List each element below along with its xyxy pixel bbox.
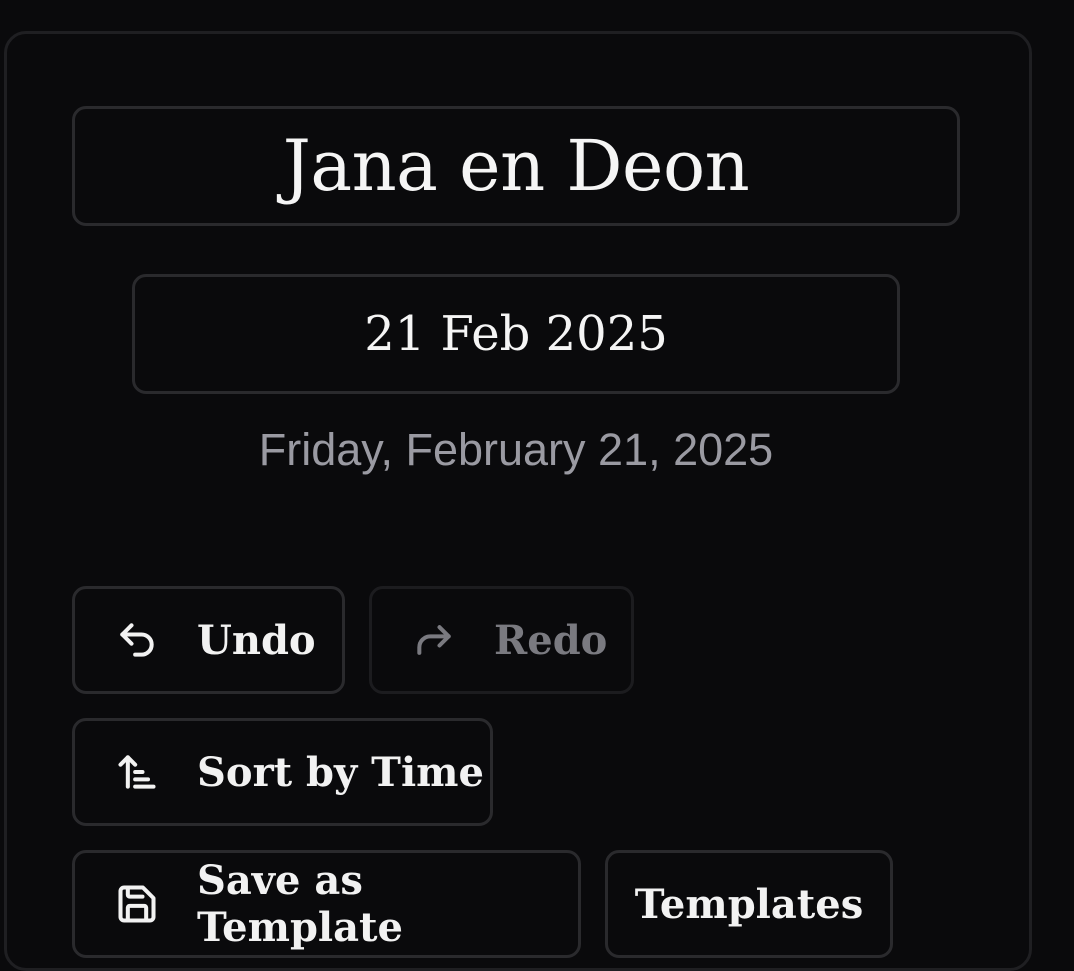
save-as-template-label: Save as Template xyxy=(197,857,403,951)
undo-icon xyxy=(115,618,159,662)
event-date-short: 21 Feb 2025 xyxy=(364,306,668,362)
undo-button[interactable]: Undo xyxy=(72,586,345,694)
save-as-template-button[interactable]: Save as Template xyxy=(72,850,581,958)
redo-label: Redo xyxy=(494,616,608,664)
undo-label: Undo xyxy=(197,616,316,664)
sort-by-time-label: Sort by Time xyxy=(197,748,484,796)
event-title-field[interactable]: Jana en Deon xyxy=(72,106,960,226)
redo-icon xyxy=(412,618,456,662)
event-title: Jana en Deon xyxy=(282,125,750,207)
sort-by-time-button[interactable]: Sort by Time xyxy=(72,718,493,826)
redo-button[interactable]: Redo xyxy=(369,586,634,694)
save-icon xyxy=(115,882,159,926)
templates-label: Templates xyxy=(634,880,864,928)
templates-button[interactable]: Templates xyxy=(605,850,893,958)
sort-ascending-icon xyxy=(115,750,159,794)
event-date-field[interactable]: 21 Feb 2025 xyxy=(132,274,900,394)
event-date-long: Friday, February 21, 2025 xyxy=(258,424,774,475)
